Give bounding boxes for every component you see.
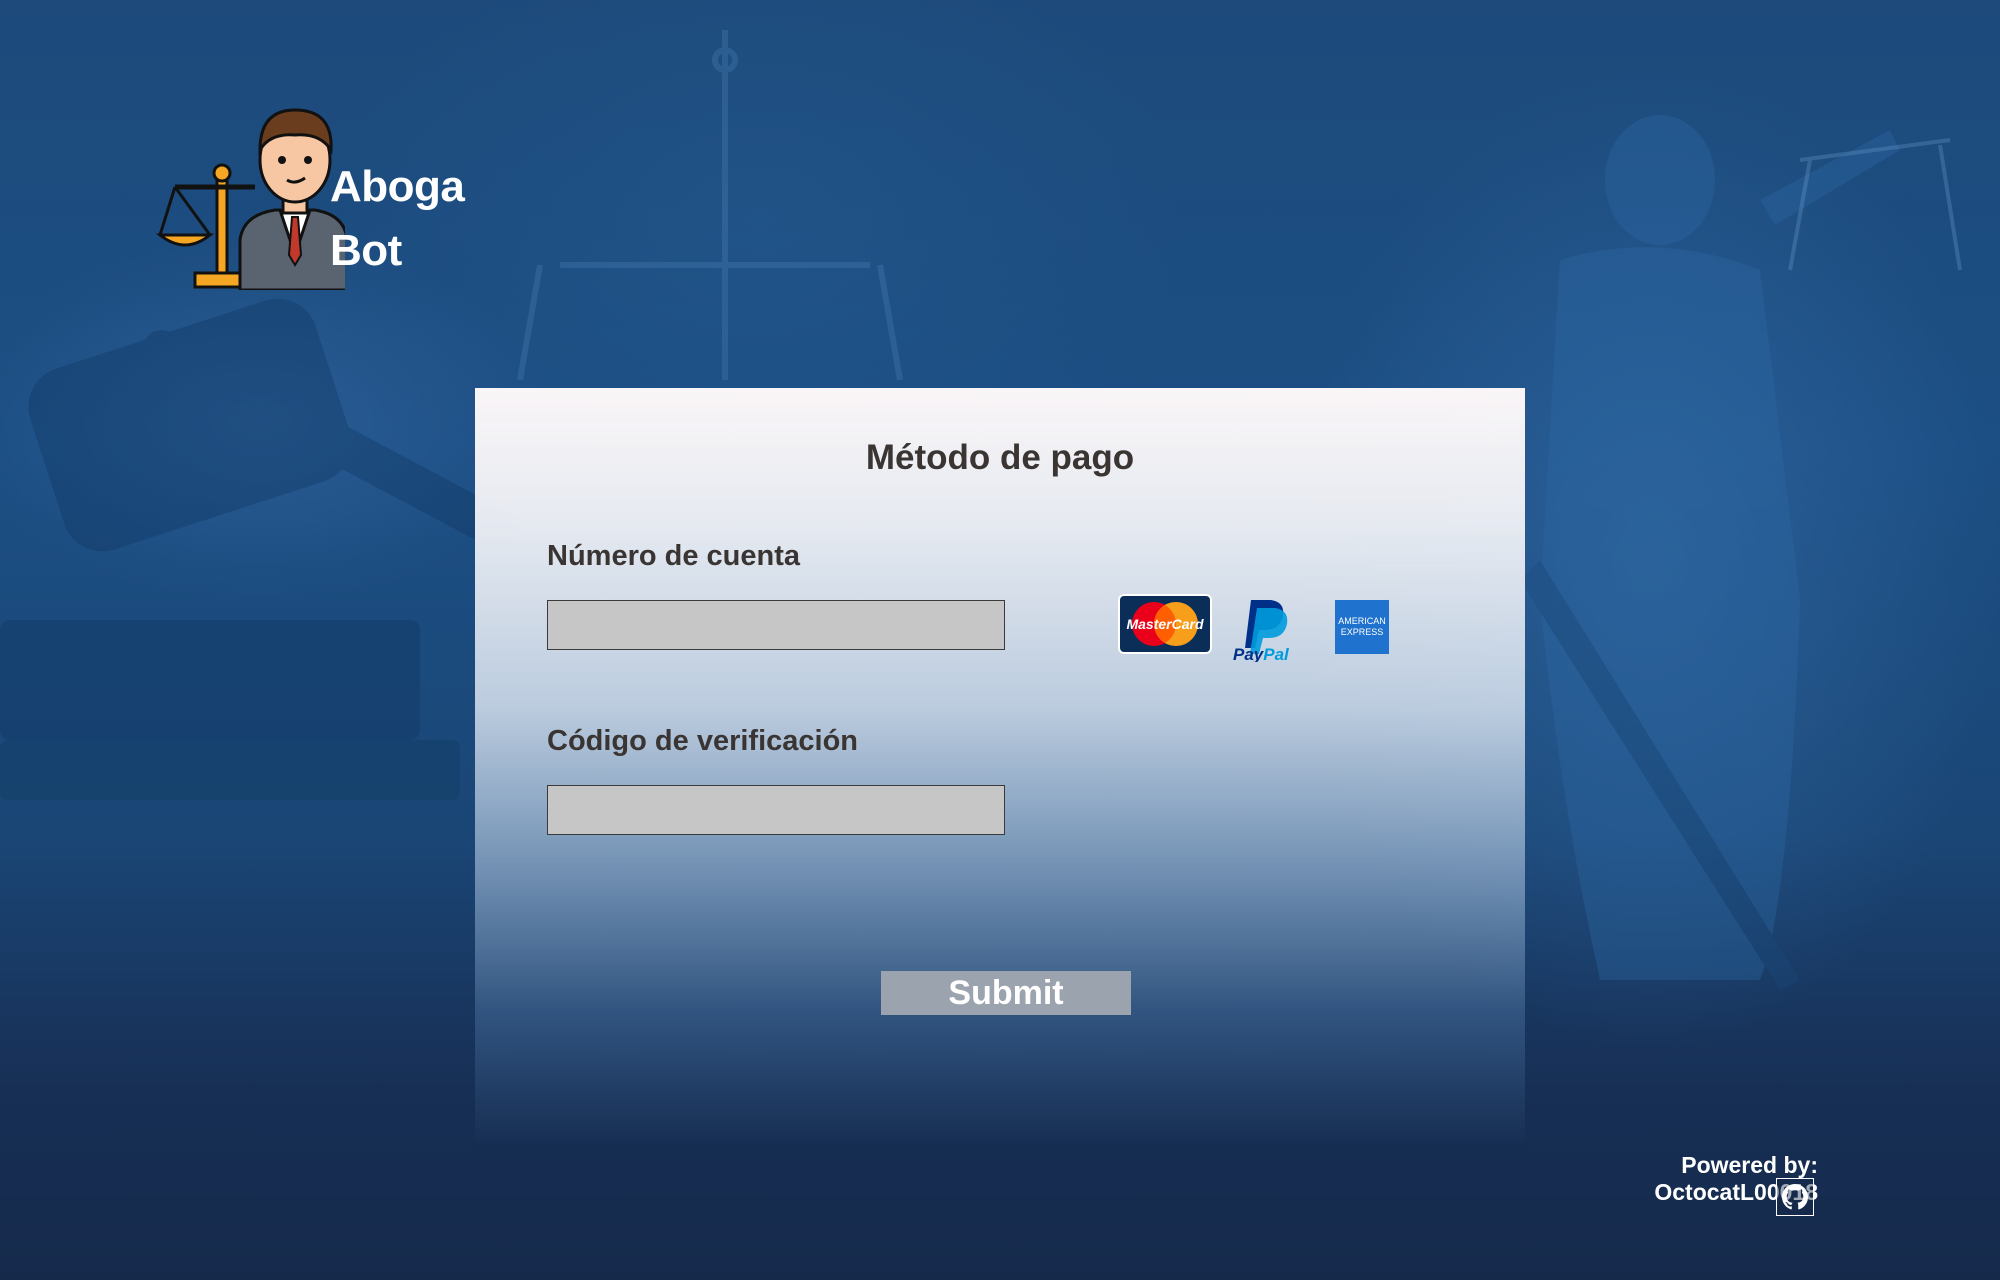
brand-logo[interactable]: Aboga Bot <box>155 105 475 290</box>
svg-text:PayPal: PayPal <box>1233 645 1290 662</box>
payment-methods: MasterCard PayPal AMERICAN EXPRESS <box>1118 594 1418 664</box>
svg-text:MasterCard: MasterCard <box>1126 616 1203 632</box>
brand-name: Aboga Bot <box>330 155 465 283</box>
github-link[interactable] <box>1776 1178 1814 1216</box>
account-number-label: Número de cuenta <box>547 540 800 572</box>
payment-title: Método de pago <box>865 438 1135 477</box>
svg-text:EXPRESS: EXPRESS <box>1341 627 1384 637</box>
payment-form: Método de pago Número de cuenta MasterCa… <box>475 388 1525 1148</box>
paypal-icon[interactable]: PayPal <box>1233 596 1295 662</box>
svg-text:AMERICAN: AMERICAN <box>1338 616 1386 626</box>
account-number-input[interactable] <box>547 600 1005 650</box>
brand-name-line1: Aboga <box>330 162 465 211</box>
verification-code-input[interactable] <box>547 785 1005 835</box>
brand-name-line2: Bot <box>330 226 402 275</box>
mastercard-icon[interactable]: MasterCard <box>1118 594 1212 654</box>
powered-by-text: Powered by: OctocatL00018 <box>1654 1152 1818 1205</box>
github-icon <box>1782 1184 1808 1210</box>
lawyer-icon <box>155 108 345 290</box>
verification-code-label: Código de verificación <box>547 725 858 757</box>
submit-button[interactable]: Submit <box>881 971 1131 1015</box>
amex-icon[interactable]: AMERICAN EXPRESS <box>1335 600 1389 654</box>
